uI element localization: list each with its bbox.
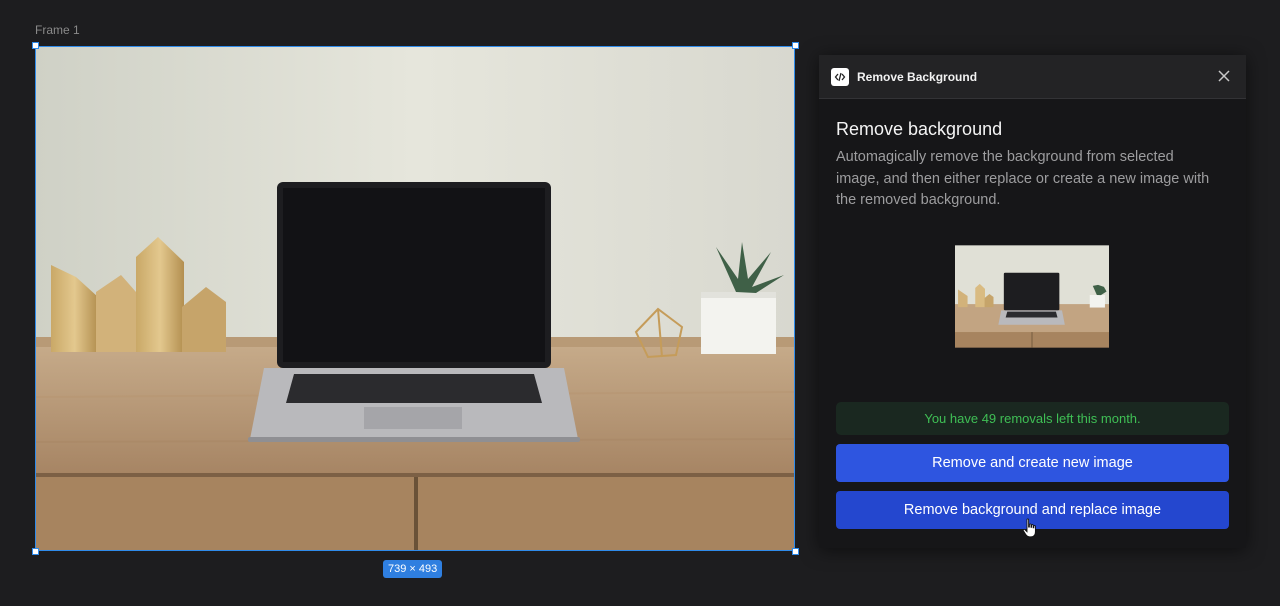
plugin-title: Remove background (836, 119, 1003, 139)
selected-image-thumbnail (955, 245, 1109, 348)
frame-image[interactable] (35, 46, 795, 551)
resize-handle-bottom-right[interactable] (792, 548, 799, 555)
code-icon (831, 67, 849, 86)
hand-cursor-icon (1022, 518, 1038, 538)
desk-laptop-photo (36, 47, 794, 550)
remove-and-create-button[interactable]: Remove and create new image (836, 444, 1229, 482)
plugin-header-title: Remove Background (857, 69, 978, 84)
plugin-panel: Remove Background Remove background Auto… (819, 55, 1246, 548)
frame-label[interactable]: Frame 1 (35, 23, 80, 37)
close-icon[interactable] (1216, 68, 1232, 84)
resize-handle-top-right[interactable] (792, 42, 799, 49)
removals-remaining-notice: You have 49 removals left this month. (836, 402, 1229, 435)
resize-handle-top-left[interactable] (32, 42, 39, 49)
resize-handle-bottom-left[interactable] (32, 548, 39, 555)
dimensions-badge: 739 × 493 (383, 560, 443, 578)
plugin-header: Remove Background (819, 55, 1246, 99)
plugin-description: Automagically remove the background from… (836, 149, 1210, 208)
